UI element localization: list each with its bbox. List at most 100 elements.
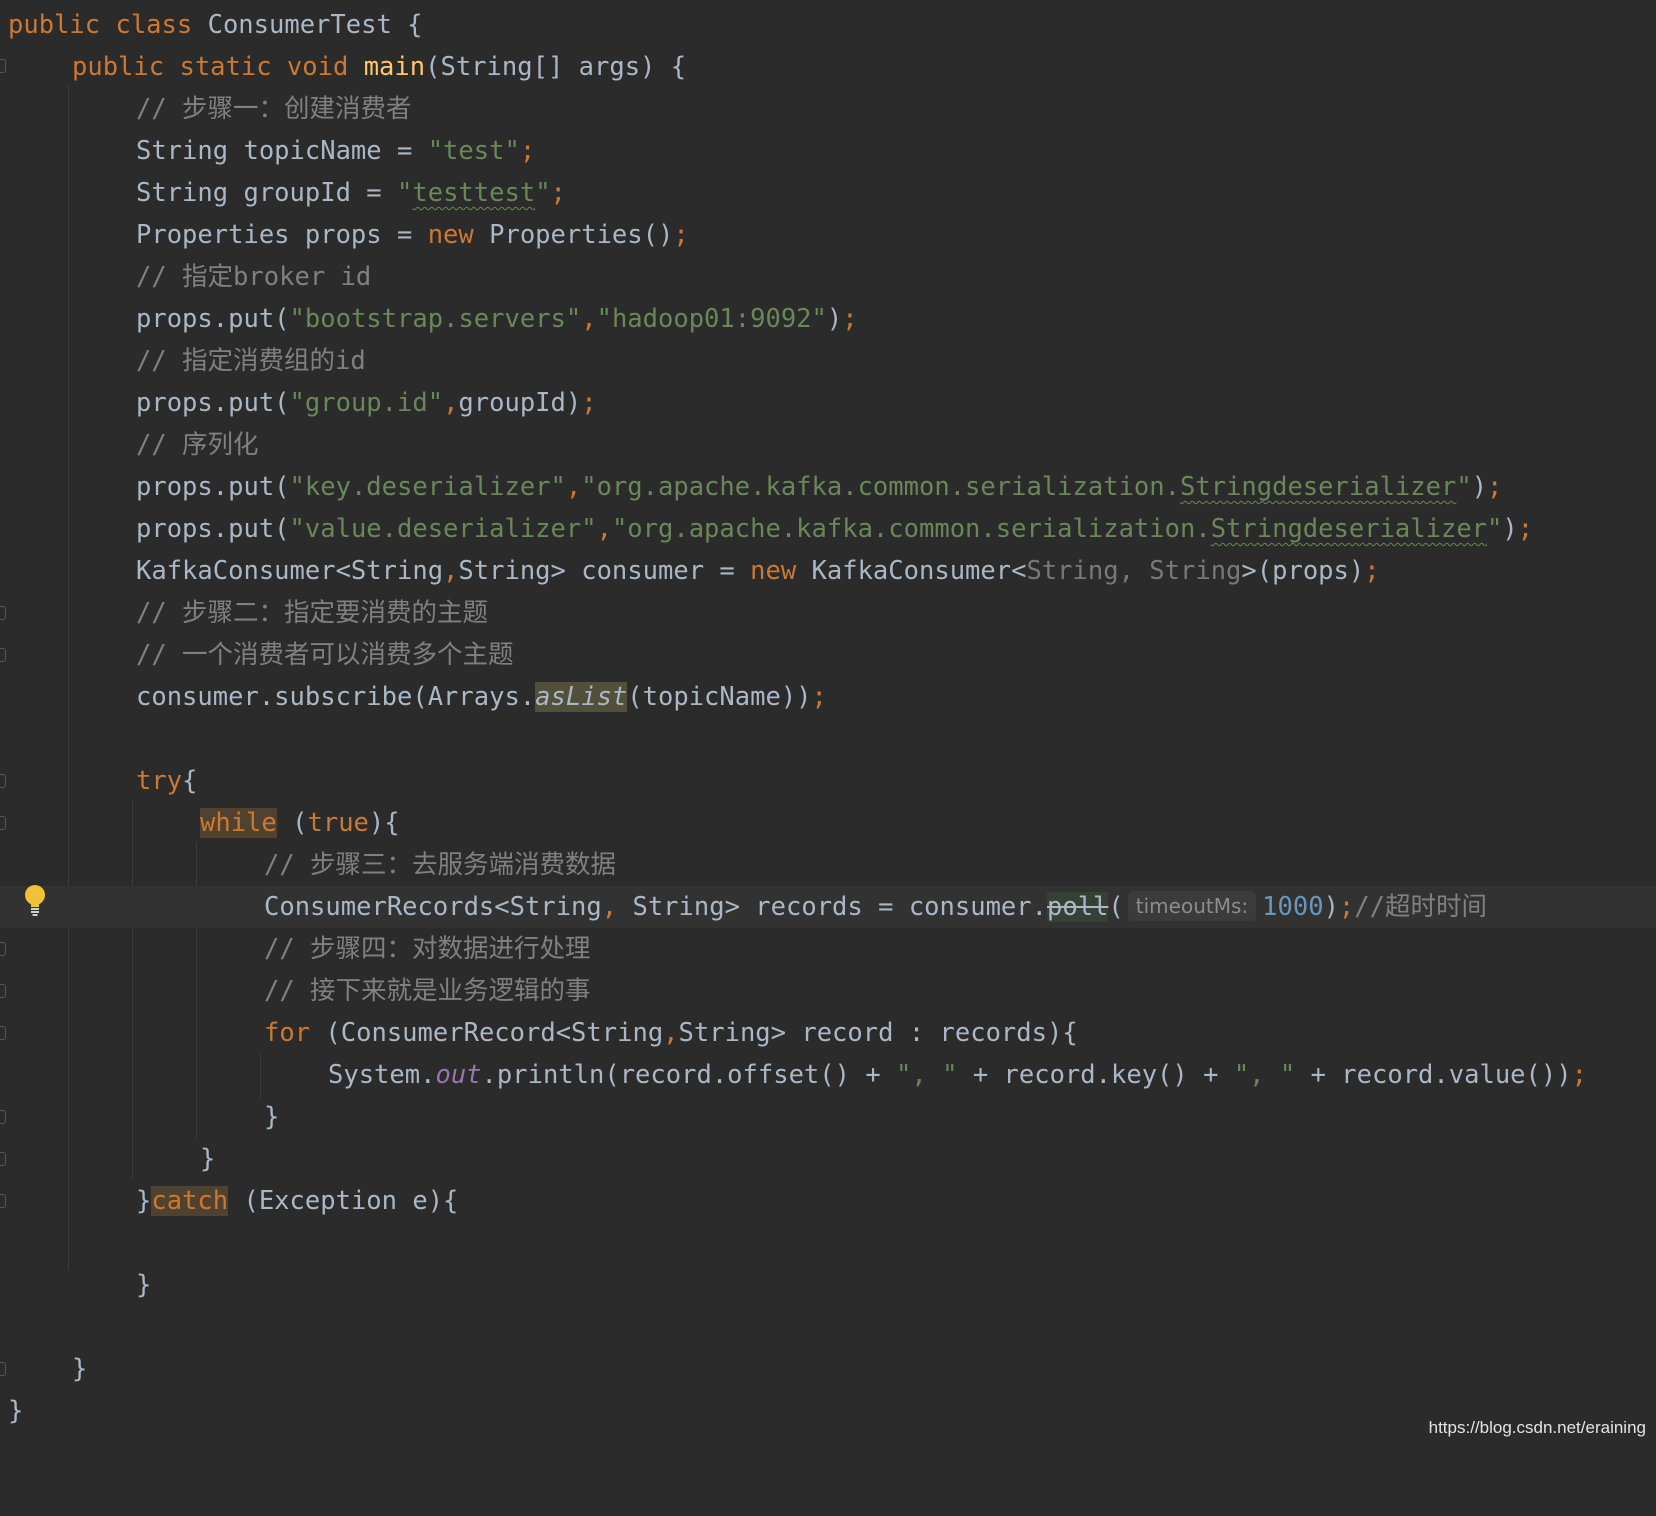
code-line[interactable]: for (ConsumerRecord<String,String> recor… (0, 1012, 1656, 1054)
code-line[interactable]: } (0, 1390, 1656, 1432)
comment: // 一个消费者可以消费多个主题 (136, 640, 514, 670)
code-line[interactable]: KafkaConsumer<String,String> consumer = … (0, 550, 1656, 592)
closing-brace: } (264, 1102, 280, 1132)
semicolon: ; (1571, 1060, 1587, 1090)
code-text: ) (1502, 514, 1518, 544)
code-text: props.put( (136, 304, 290, 334)
code-text: String groupId = (136, 178, 397, 208)
comment: // 指定broker id (136, 262, 372, 292)
string-quote: " (1456, 472, 1472, 502)
code-line[interactable]: consumer.subscribe(Arrays.asList(topicNa… (0, 676, 1656, 718)
code-line[interactable]: } (0, 1096, 1656, 1138)
code-line[interactable]: // 步骤一：创建消费者 (0, 88, 1656, 130)
semicolon: ; (842, 304, 858, 334)
code-line[interactable]: String groupId = "testtest"; (0, 172, 1656, 214)
code-text: { (391, 10, 423, 40)
comma: , (596, 514, 612, 544)
comma: , (443, 388, 459, 418)
code-text: >(props) (1241, 556, 1365, 586)
comment: // 步骤一：创建消费者 (136, 94, 412, 124)
watermark: https://blog.csdn.net/eraining (1428, 1418, 1646, 1437)
code-line[interactable]: props.put("bootstrap.servers","hadoop01:… (0, 298, 1656, 340)
string-literal: "bootstrap.servers" (289, 304, 582, 334)
code-line[interactable]: props.put("group.id",groupId); (0, 382, 1656, 424)
string-literal: Stringdeserializer (1210, 514, 1488, 544)
string-literal: "org.apache.kafka.common.serialization. (581, 472, 1180, 502)
static-method-call[interactable]: asList (535, 682, 628, 712)
code-line[interactable]: // 指定broker id (0, 256, 1656, 298)
redundant-type-args: String, String (1026, 556, 1242, 586)
class-name: ConsumerTest (207, 10, 392, 40)
closing-brace: } (136, 1270, 152, 1300)
string-quote: " (535, 178, 551, 208)
code-line[interactable]: } (0, 1138, 1656, 1180)
string-quote: " (1487, 514, 1503, 544)
code-line[interactable]: } (0, 1264, 1656, 1306)
code-text: KafkaConsumer<String (136, 556, 444, 586)
deprecated-method-call[interactable]: poll (1047, 892, 1109, 922)
code-text: (String[] args) { (425, 52, 687, 82)
comma: , (663, 1018, 679, 1048)
string-literal: "value.deserializer" (289, 514, 597, 544)
code-line[interactable]: public static void main(String[] args) { (0, 46, 1656, 88)
code-text: + record.value()) (1295, 1060, 1572, 1090)
code-editor[interactable]: public class ConsumerTest { public stati… (0, 0, 1656, 1446)
code-text: String> consumer = (458, 556, 751, 586)
code-line[interactable]: System.out.println(record.offset() + ", … (0, 1054, 1656, 1096)
code-line[interactable]: // 步骤二：指定要消费的主题 (0, 592, 1656, 634)
string-literal: "group.id" (289, 388, 444, 418)
lightbulb-icon[interactable] (24, 884, 46, 918)
code-text: + record.key() + (957, 1060, 1234, 1090)
keyword: for (264, 1018, 311, 1048)
code-line[interactable]: while (true){ (0, 802, 1656, 844)
code-text: props.put( (136, 514, 290, 544)
semicolon: ; (581, 388, 597, 418)
code-line[interactable]: Properties props = new Properties(); (0, 214, 1656, 256)
keyword: try (136, 766, 183, 796)
keyword: new (750, 556, 797, 586)
semicolon: ; (1517, 514, 1534, 544)
code-line[interactable]: try{ (0, 760, 1656, 802)
keyword: new (427, 220, 474, 250)
code-text: ( (1108, 892, 1124, 922)
string-literal: Stringdeserializer (1179, 472, 1457, 502)
semicolon: ; (550, 178, 566, 208)
string-literal: ", " (1233, 1060, 1296, 1090)
code-line[interactable]: }catch (Exception e){ (0, 1180, 1656, 1222)
code-line-current[interactable]: ConsumerRecords<String, String> records … (0, 886, 1656, 928)
code-line[interactable]: props.put("key.deserializer","org.apache… (0, 466, 1656, 508)
keyword: public static void (72, 52, 364, 82)
code-line[interactable] (0, 1222, 1656, 1264)
comment: // 步骤三：去服务端消费数据 (264, 850, 617, 880)
semicolon: ; (1487, 472, 1503, 502)
string-literal: "key.deserializer" (289, 472, 566, 502)
code-text: String topicName = (136, 136, 428, 166)
code-text: ) (826, 304, 843, 334)
code-line[interactable]: public class ConsumerTest { (0, 4, 1656, 46)
code-line[interactable]: // 序列化 (0, 424, 1656, 466)
code-text: props.put( (136, 472, 290, 502)
string-quote: " (397, 178, 413, 208)
parameter-hint: timeoutMs: (1127, 891, 1257, 921)
code-line[interactable]: // 一个消费者可以消费多个主题 (0, 634, 1656, 676)
code-line[interactable] (0, 1306, 1656, 1348)
code-line[interactable] (0, 718, 1656, 760)
code-line[interactable]: // 步骤三：去服务端消费数据 (0, 844, 1656, 886)
comment: // 指定消费组的id (136, 346, 366, 376)
code-line[interactable]: // 步骤四：对数据进行处理 (0, 928, 1656, 970)
code-line[interactable]: props.put("value.deserializer","org.apac… (0, 508, 1656, 550)
semicolon: ; (673, 220, 689, 250)
string-literal: testtest (412, 178, 536, 208)
comment: // 序列化 (136, 430, 259, 460)
code-text: Properties props = (136, 220, 428, 250)
keyword: true (307, 808, 369, 838)
comma: , (565, 472, 582, 502)
code-line[interactable]: // 指定消费组的id (0, 340, 1656, 382)
code-text: String> records = consumer. (617, 892, 1047, 922)
code-line[interactable]: // 接下来就是业务逻辑的事 (0, 970, 1656, 1012)
string-literal: ", " (896, 1060, 958, 1090)
code-line[interactable]: String topicName = "test"; (0, 130, 1656, 172)
comment: // 步骤二：指定要消费的主题 (136, 598, 489, 628)
comment: // 接下来就是业务逻辑的事 (264, 976, 591, 1006)
code-line[interactable]: } (0, 1348, 1656, 1390)
